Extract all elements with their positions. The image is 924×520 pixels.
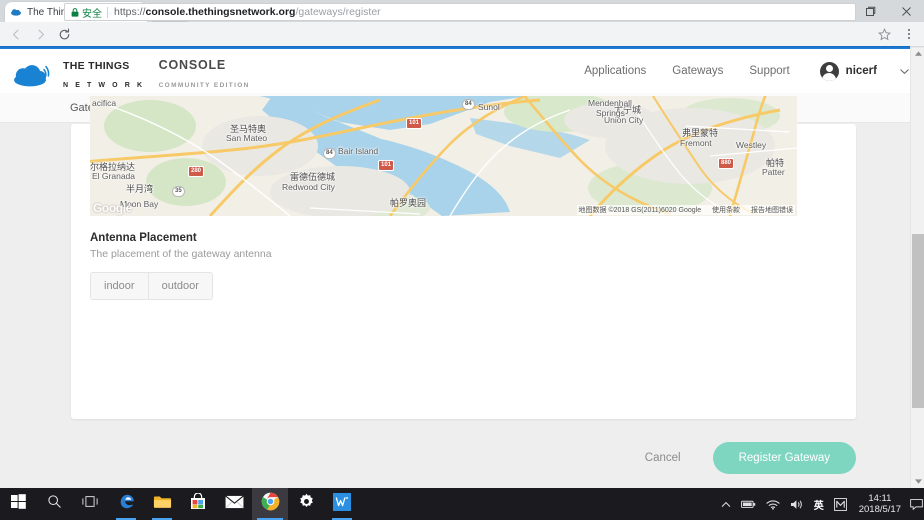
mail-button[interactable] (216, 488, 252, 520)
nav-item-gateways[interactable]: Gateways (672, 65, 723, 77)
wifi-icon[interactable] (761, 488, 785, 520)
logo-wordmark: THE THINGS N E T W O R K (63, 56, 145, 92)
omnibox-divider (107, 7, 108, 18)
user-name: nicerf (846, 65, 877, 77)
system-tray: 英 14:11 2018/5/17 (716, 488, 924, 520)
close-window-button[interactable] (888, 0, 924, 22)
product-edition: COMMUNITY EDITION (159, 82, 250, 89)
logo-line-2: N E T W O R K (63, 82, 145, 89)
clock-date: 2018/5/17 (859, 504, 901, 515)
avatar-icon (820, 62, 839, 81)
product-title: CONSOLE (159, 58, 226, 72)
route-shield: 84 (323, 148, 336, 159)
register-gateway-card: acifica 圣马特奥 San Mateo 尤宁城 Union City 弗里… (71, 124, 856, 419)
nav-item-support[interactable]: Support (749, 65, 789, 77)
antenna-placement-title: Antenna Placement (90, 232, 272, 244)
store-icon (190, 493, 206, 515)
url-host: console.thethingsnetwork.org (146, 6, 296, 18)
antenna-placement-field: Antenna Placement The placement of the g… (90, 232, 272, 300)
task-view-icon (82, 495, 98, 513)
page-body: acifica 圣马特奥 San Mateo 尤宁城 Union City 弗里… (0, 124, 924, 488)
map-terms-link[interactable]: 使用条款 (712, 207, 740, 214)
route-shield: 101 (406, 118, 422, 129)
map-attribution: 地图数据 ©2018 GS(2011)6020 Google 使用条款 报告地图… (577, 205, 795, 215)
google-watermark: Google (93, 201, 132, 215)
start-button[interactable] (0, 488, 36, 520)
clock-time: 14:11 (859, 493, 901, 504)
speaker-icon[interactable] (785, 488, 809, 520)
ime-indicator[interactable]: 英 (809, 488, 829, 520)
screen: The Things Network Co × (0, 0, 924, 520)
maximize-button[interactable] (852, 0, 888, 22)
store-button[interactable] (180, 488, 216, 520)
route-shield: 84 (462, 99, 475, 110)
product-name: CONSOLE COMMUNITY EDITION (159, 56, 250, 92)
page-viewport: THE THINGS N E T W O R K CONSOLE COMMUNI… (0, 46, 924, 488)
settings-button[interactable] (288, 488, 324, 520)
back-icon[interactable] (4, 22, 28, 46)
antenna-placement-toggle: indoor outdoor (90, 272, 213, 300)
scroll-down-icon[interactable] (911, 474, 924, 488)
antenna-option-outdoor[interactable]: outdoor (148, 273, 212, 299)
antenna-placement-description: The placement of the gateway antenna (90, 248, 272, 260)
chevron-down-icon[interactable] (899, 66, 910, 77)
form-actions: Cancel Register Gateway (635, 442, 856, 474)
primary-nav: Applications Gateways Support nicerf (558, 49, 910, 93)
url-scheme: https:// (114, 6, 146, 18)
w-app-icon (333, 493, 351, 516)
scroll-up-icon[interactable] (911, 46, 924, 60)
chevron-up-icon[interactable] (716, 488, 736, 520)
taskbar-clock[interactable]: 14:11 2018/5/17 (852, 493, 908, 515)
search-icon (47, 494, 62, 514)
map-data-credit: 地图数据 ©2018 GS(2011)6020 Google (579, 207, 702, 214)
chrome-icon (261, 492, 280, 516)
search-button[interactable] (36, 488, 72, 520)
security-label: 安全 (82, 5, 102, 20)
cloud-icon (10, 6, 22, 18)
route-shield: 280 (188, 166, 204, 177)
user-menu[interactable]: nicerf (820, 62, 910, 81)
three-dot-menu-icon[interactable] (900, 25, 918, 43)
nav-item-applications[interactable]: Applications (584, 65, 646, 77)
file-explorer-button[interactable] (144, 488, 180, 520)
reload-icon[interactable] (52, 22, 76, 46)
map-report-link[interactable]: 报告地图错误 (751, 207, 793, 214)
folder-icon (153, 494, 172, 515)
notification-icon[interactable] (908, 488, 924, 520)
antenna-option-indoor[interactable]: indoor (91, 273, 148, 299)
site-header: THE THINGS N E T W O R K CONSOLE COMMUNI… (0, 49, 924, 93)
route-shield: 880 (718, 158, 734, 169)
lock-icon (71, 8, 79, 17)
ttn-cloud-logo-icon (12, 60, 56, 88)
chrome-button[interactable] (252, 488, 288, 520)
scrollbar-thumb[interactable] (912, 234, 924, 408)
star-icon[interactable] (874, 25, 894, 43)
chrome-shadow (0, 46, 924, 48)
page-scrollbar[interactable] (910, 46, 924, 488)
ime-mode-icon[interactable] (829, 488, 852, 520)
battery-icon[interactable] (736, 488, 761, 520)
app-button[interactable] (324, 488, 360, 520)
logo-line-1: THE THINGS (63, 60, 130, 72)
location-map[interactable]: acifica 圣马特奥 San Mateo 尤宁城 Union City 弗里… (90, 96, 797, 216)
forward-icon[interactable] (28, 22, 52, 46)
route-shield: 101 (378, 160, 394, 171)
task-view-button[interactable] (72, 488, 108, 520)
mail-icon (225, 495, 244, 514)
register-gateway-button[interactable]: Register Gateway (713, 442, 856, 474)
site-logo[interactable]: THE THINGS N E T W O R K CONSOLE COMMUNI… (12, 56, 250, 92)
edge-button[interactable] (108, 488, 144, 520)
browser-toolbar (0, 22, 924, 46)
route-shield: 35 (172, 186, 185, 197)
windows-taskbar: 英 14:11 2018/5/17 (0, 488, 924, 520)
gear-icon (298, 493, 315, 515)
address-bar[interactable]: 安全 https://console.thethingsnetwork.org/… (64, 3, 856, 21)
browser-chrome: The Things Network Co × (0, 0, 924, 46)
windows-logo-icon (11, 494, 26, 514)
url-path: /gateways/register (295, 6, 380, 18)
edge-icon (117, 492, 136, 516)
cancel-button[interactable]: Cancel (635, 446, 691, 470)
